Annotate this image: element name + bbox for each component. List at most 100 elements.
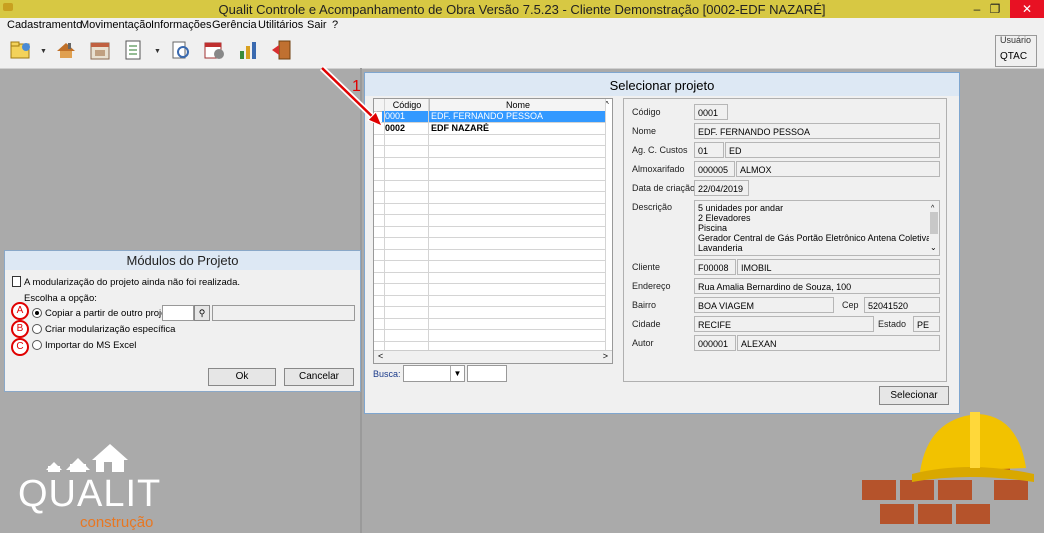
grid-row-line — [374, 156, 606, 158]
radio-importar[interactable] — [32, 340, 42, 350]
tools-icon[interactable] — [54, 39, 78, 61]
descricao-label: Descrição — [632, 202, 673, 212]
menu-sair[interactable]: Sair — [307, 18, 327, 32]
helmet-bricks-icon — [862, 412, 1034, 524]
chevron-down-icon[interactable]: ▼ — [450, 366, 464, 381]
autor-name: ALEXAN — [737, 335, 940, 351]
title-bar: Qualit Controle e Acompanhamento de Obra… — [0, 0, 1044, 18]
descricao-line: Lavanderia — [698, 243, 743, 253]
grid-row-line — [374, 191, 606, 192]
horizontal-scrollbar[interactable]: < > — [374, 350, 612, 363]
grid-row-line — [374, 260, 606, 261]
modulos-choose-label: Escolha a opção: — [24, 293, 97, 304]
autor-label: Autor — [632, 338, 654, 348]
project-grid[interactable]: Código Nome ^ 0001 EDF. FERNANDO PESSOA … — [373, 98, 613, 364]
building-calendar-icon[interactable] — [88, 39, 112, 61]
autor-code: 000001 — [694, 335, 736, 351]
ag-custos-code: 01 — [694, 142, 724, 158]
cliente-label: Cliente — [632, 262, 661, 272]
document-list-icon[interactable] — [122, 39, 146, 61]
project-name-field — [212, 305, 355, 321]
grid-row-line — [374, 329, 606, 330]
project-code-input[interactable] — [162, 305, 194, 321]
reports-icon[interactable] — [168, 39, 192, 61]
cidade-value: RECIFE — [694, 316, 874, 332]
option-copiar-label[interactable]: Copiar a partir de outro projeto — [45, 308, 174, 319]
search-project-button[interactable]: ⚲ — [194, 305, 210, 321]
scroll-thumb[interactable] — [930, 212, 938, 234]
row-1-codigo[interactable]: 0001 — [385, 111, 405, 122]
scroll-up-icon[interactable]: ^ — [605, 99, 612, 111]
descricao-line: 5 unidades por andar — [698, 203, 784, 213]
scroll-left-icon[interactable]: < — [378, 351, 383, 361]
window-title: Qualit Controle e Acompanhamento de Obra… — [218, 2, 826, 17]
grid-row-line — [374, 248, 606, 250]
chart-icon[interactable] — [236, 39, 260, 61]
nome-value: EDF. FERNANDO PESSOA — [694, 123, 940, 139]
close-button[interactable]: ✕ — [1010, 0, 1044, 18]
user-label: Usuário — [1000, 35, 1032, 45]
descricao-scrollbar[interactable]: ^ ⌄ — [929, 201, 939, 255]
project-icon[interactable] — [9, 39, 33, 61]
exit-door-icon[interactable] — [270, 39, 294, 61]
menu-movimentacao[interactable]: Movimentação — [80, 18, 152, 32]
busca-input[interactable] — [467, 365, 507, 382]
data-criacao-value: 22/04/2019 — [694, 180, 749, 196]
grid-row-line — [374, 133, 606, 135]
menu-utilitarios[interactable]: Utilitários — [258, 18, 303, 32]
logo-subtitle: construção — [80, 514, 154, 531]
menu-bar: Cadastramento Movimentação Informações G… — [0, 18, 1044, 32]
cancel-button[interactable]: Cancelar — [284, 368, 354, 386]
row-1-nome[interactable]: EDF. FERNANDO PESSOA — [431, 111, 543, 122]
option-criar-label[interactable]: Criar modularização específica — [45, 324, 175, 335]
descricao-box[interactable]: 5 unidades por andar 2 Elevadores Piscin… — [694, 200, 940, 256]
annotation-marker-b: B — [11, 320, 29, 338]
scroll-down-icon[interactable]: ⌄ — [930, 243, 937, 253]
menu-gerencia[interactable]: Gerência — [212, 18, 257, 32]
selecionar-button[interactable]: Selecionar — [879, 386, 949, 405]
grid-row-line — [374, 340, 606, 342]
grid-row-line — [374, 225, 606, 227]
cep-label: Cep — [842, 300, 859, 310]
ok-button[interactable]: Ok — [208, 368, 276, 386]
almoxarifado-code: 000005 — [694, 161, 735, 177]
bairro-label: Bairro — [632, 300, 657, 310]
annotation-marker-a: A — [11, 302, 29, 320]
schedule-icon[interactable] — [202, 39, 226, 61]
ag-custos-label: Ag. C. Custos — [632, 145, 688, 155]
row-2-nome[interactable]: EDF NAZARÉ — [431, 123, 489, 134]
annotation-arrow — [319, 65, 383, 127]
project-details-panel: Código 0001 Nome EDF. FERNANDO PESSOA Ag… — [623, 98, 947, 382]
cliente-name: IMOBIL — [737, 259, 940, 275]
radio-criar[interactable] — [32, 324, 42, 334]
busca-field-select[interactable]: ▼ — [403, 365, 465, 382]
grid-row-line — [374, 271, 606, 273]
grid-row-line — [374, 214, 606, 215]
grid-row-line — [374, 145, 606, 146]
descricao-line: Piscina — [698, 223, 728, 233]
user-value: QTAC — [1000, 51, 1028, 62]
selecionar-projeto-dialog: Selecionar projeto Código Nome ^ 0001 ED… — [364, 72, 960, 414]
menu-help[interactable]: ? — [332, 18, 338, 32]
row-2-codigo[interactable]: 0002 — [385, 123, 405, 134]
cliente-code: F00008 — [694, 259, 736, 275]
chevron-down-icon[interactable]: ▼ — [40, 48, 47, 55]
almoxarifado-name: ALMOX — [736, 161, 940, 177]
modulos-dialog: Módulos do Projeto A modularização do pr… — [4, 250, 361, 392]
scroll-right-icon[interactable]: > — [603, 351, 608, 361]
endereco-label: Endereço — [632, 281, 671, 291]
nome-label: Nome — [632, 126, 657, 136]
estado-value: PE — [913, 316, 940, 332]
radio-copiar[interactable] — [32, 308, 42, 318]
chevron-down-icon[interactable]: ▼ — [154, 48, 161, 55]
grid-row-line — [374, 237, 606, 238]
cep-value: 52041520 — [864, 297, 940, 313]
grid-row-line — [374, 306, 606, 307]
restore-button[interactable]: ❐ — [980, 0, 1010, 18]
annotation-step-number: 1 — [352, 78, 361, 95]
option-importar-label[interactable]: Importar do MS Excel — [45, 340, 136, 351]
logo-brand: QUALIT — [18, 474, 161, 514]
endereco-value: Rua Amalia Bernardino de Souza, 100 — [694, 278, 940, 294]
menu-informacoes[interactable]: Informações — [151, 18, 212, 32]
menu-cadastramento[interactable]: Cadastramento — [7, 18, 82, 32]
